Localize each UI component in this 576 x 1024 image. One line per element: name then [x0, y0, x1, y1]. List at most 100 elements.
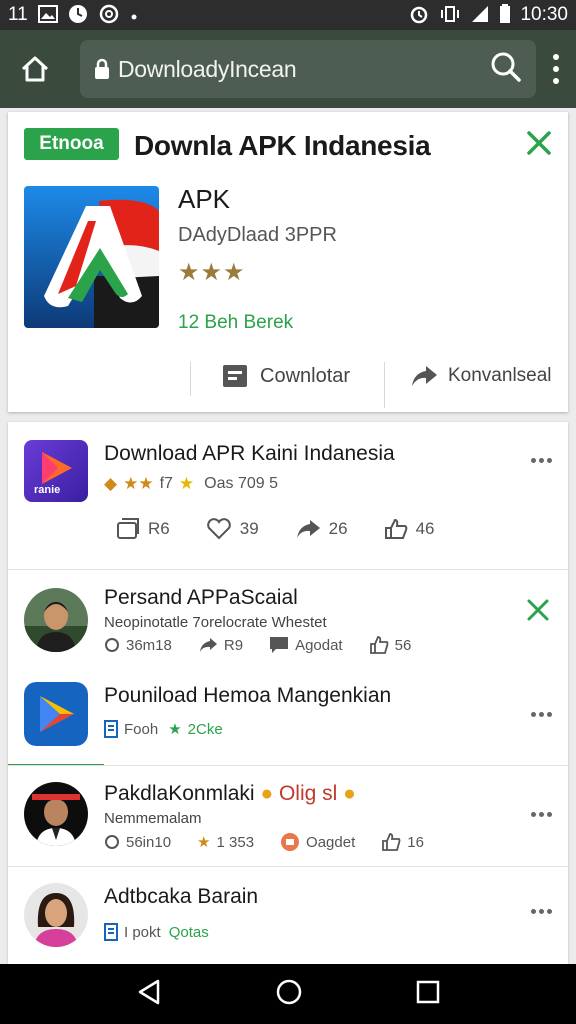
post-meta: ◆ ★★ f7 ★ Oas 709 5	[104, 474, 278, 494]
bookmark-icon	[104, 720, 118, 738]
rating-stars: ★★	[123, 474, 154, 493]
app-logo-icon[interactable]	[24, 186, 159, 328]
stat-value: Oagdet	[306, 833, 356, 851]
avatar[interactable]	[24, 588, 88, 652]
url-text: DownloadyIncean	[118, 55, 297, 82]
menu-dot	[553, 54, 559, 60]
overflow-menu-button[interactable]	[550, 54, 562, 84]
menu-dot	[553, 78, 559, 84]
menu-dot	[553, 66, 559, 72]
close-icon	[527, 131, 551, 155]
system-nav-bar	[0, 964, 576, 1024]
clock-notification-icon	[68, 4, 88, 27]
share-button[interactable]: Konvanlseal	[410, 364, 552, 388]
emoji-icon: ●	[343, 782, 356, 805]
vibrate-icon	[439, 4, 461, 27]
more-options-button[interactable]	[531, 812, 552, 817]
avatar[interactable]	[24, 883, 88, 947]
share-icon	[296, 520, 320, 538]
thumbs-up-icon	[384, 518, 407, 539]
search-button[interactable]	[490, 51, 522, 88]
download-label: Cownlotar	[260, 364, 351, 387]
feed-item-stats: 36m18 R9 Agodat 56	[104, 636, 437, 654]
post-actions: R6 39 26 46	[116, 518, 471, 540]
heart-icon	[206, 518, 231, 540]
list-item[interactable]: Persand APPaScaial Neopinotatle 7orelocr…	[8, 570, 568, 666]
repost-count: R6	[148, 519, 170, 538]
more-options-button[interactable]	[531, 712, 552, 717]
stat-value: 36m18	[126, 636, 172, 654]
recents-icon	[416, 980, 439, 1003]
like-count: 39	[239, 519, 259, 538]
app-icon[interactable]: ranie	[24, 440, 88, 502]
like-button[interactable]: 39	[206, 518, 259, 540]
download-icon	[223, 365, 247, 387]
app-developer: DAdyDlaad 3PPR	[178, 224, 337, 246]
share-icon	[412, 366, 437, 386]
list-item[interactable]: Pouniload Hemoa Mangenkian Fooh ★ 2Cke	[8, 672, 568, 768]
app-icon[interactable]	[24, 682, 88, 746]
comment-icon	[105, 835, 119, 849]
battery-icon	[499, 3, 511, 27]
star-icon: ★	[197, 834, 211, 851]
thumbs-up-button[interactable]: 46	[384, 518, 435, 540]
tag-label: I pokt	[124, 923, 161, 941]
recents-button[interactable]	[416, 980, 440, 1009]
list-item[interactable]: Adtbcaka Barain I pokt Qotas	[8, 867, 568, 963]
home-icon	[21, 56, 49, 82]
star-icon: ★	[168, 721, 182, 738]
divider	[384, 362, 385, 408]
featured-app-card: Etnooa Downla APK Indanesia APK DAdyDlaa…	[8, 112, 568, 412]
post-title: Download APR Kaini Indanesia	[104, 442, 395, 465]
stat-value: 16	[407, 833, 424, 851]
more-options-button[interactable]	[531, 458, 552, 463]
thumbs-up-icon	[382, 833, 401, 851]
download-button[interactable]: Cownlotar	[222, 364, 350, 388]
avatar[interactable]	[24, 782, 88, 846]
status-time: 10:30	[520, 4, 568, 25]
feed-item-stats: 56in10 ★ 1 353 Oagdet 16	[104, 832, 450, 852]
stat-value: 56in10	[126, 833, 172, 851]
badge-icon: ◆	[104, 474, 118, 493]
rating-text: f7	[159, 475, 173, 492]
home-button[interactable]	[0, 30, 70, 108]
share-count: 26	[328, 519, 348, 538]
dot-notification-icon	[130, 7, 138, 24]
feed-item-subtitle: Neopinotatle 7orelocrate Whestet	[104, 614, 327, 631]
address-bar[interactable]: DownloadyIncean	[80, 40, 536, 98]
app-name: APK	[178, 184, 231, 214]
alarm-icon	[408, 4, 430, 27]
feed-item-tags: Fooh ★ 2Cke	[104, 720, 249, 738]
stat-value: Agodat	[295, 636, 343, 654]
comment-icon	[105, 638, 119, 652]
at-notification-icon	[98, 4, 120, 27]
close-icon	[527, 599, 549, 621]
back-icon	[139, 979, 160, 1004]
close-button[interactable]	[526, 130, 556, 160]
feed-item-tags: I pokt Qotas	[104, 923, 235, 941]
repost-icon	[117, 518, 139, 539]
lock-icon	[95, 58, 109, 79]
share-button[interactable]: 26	[295, 518, 348, 540]
dismiss-button[interactable]	[526, 598, 556, 628]
more-options-button[interactable]	[531, 909, 552, 914]
feed-item-title: Pouniload Hemoa Mangenkian	[104, 684, 392, 707]
feed-item-title: Persand APPaScaial	[104, 586, 298, 609]
status-bar: 11 10:30	[0, 0, 576, 30]
status-time-left: 11	[8, 4, 28, 25]
list-item[interactable]: PakdlaKonmlaki ● Olig sl ● Nemmemalam 56…	[8, 766, 568, 862]
post-meta-text: Oas 709 5	[204, 475, 278, 492]
stat-value: 1 353	[216, 833, 255, 851]
back-button[interactable]	[136, 978, 162, 1011]
feed-item-name: PakdlaKonmlaki	[104, 782, 255, 805]
feed-item-title: Adtbcaka Barain	[104, 885, 259, 908]
repost-button[interactable]: R6	[116, 518, 170, 540]
stat-value: 56	[394, 636, 412, 654]
app-feed-card: ranie Download APR Kaini Indanesia ◆ ★★ …	[8, 422, 568, 964]
app-status: 12 Beh Berek	[178, 312, 294, 333]
featured-badge: Etnooa	[24, 128, 119, 160]
tag-label: Fooh	[124, 720, 159, 738]
emoji-label: Olig sl	[278, 782, 338, 805]
home-nav-button[interactable]	[275, 978, 303, 1011]
divider	[190, 362, 191, 396]
